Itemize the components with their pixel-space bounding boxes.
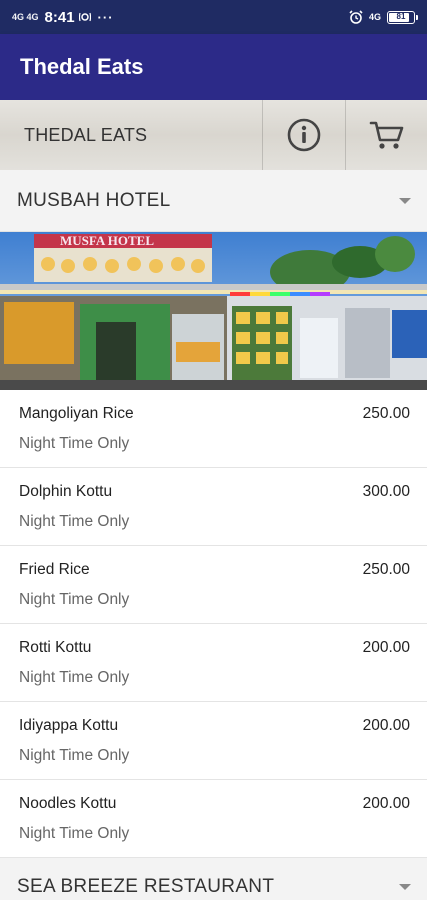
network-icon: 4G [368,12,381,22]
restaurant-name: MUSBAH HOTEL [17,189,171,211]
menu-item-price: 200.00 [362,639,410,656]
menu-item-name: Noodles Kottu [19,795,117,812]
menu-list: Mangoliyan Rice 250.00 Night Time Only D… [0,390,427,858]
menu-item-note: Night Time Only [19,825,130,842]
menu-item[interactable]: Fried Rice 250.00 Night Time Only [0,546,427,624]
menu-item-price: 250.00 [362,405,410,422]
info-icon [287,118,321,152]
menu-item-price: 200.00 [362,717,410,734]
menu-item-name: Rotti Kottu [19,639,92,656]
app-title: Thedal Eats [20,54,144,79]
menu-item[interactable]: Rotti Kottu 200.00 Night Time Only [0,624,427,702]
status-time: 8:41 [44,8,75,26]
notification-icon [78,12,91,22]
dropdown-caret-icon [399,884,411,890]
menu-item-name: Mangoliyan Rice [19,405,134,422]
menu-item-note: Night Time Only [19,435,130,452]
menu-item-note: Night Time Only [19,747,130,764]
status-bar: 4G 4G 8:41 ··· 4G 81 [0,0,427,34]
cart-button[interactable] [345,100,427,170]
status-right: 4G 81 [349,10,418,24]
menu-item-name: Fried Rice [19,561,90,578]
menu-item-note: Night Time Only [19,669,130,686]
dropdown-caret-icon [399,197,411,204]
menu-item[interactable]: Mangoliyan Rice 250.00 Night Time Only [0,390,427,468]
toolbar-title: THEDAL EATS [24,124,148,145]
more-status-icon: ··· [97,9,114,25]
menu-item-price: 250.00 [362,561,410,578]
restaurant-name: SEA BREEZE RESTAURANT [17,876,275,897]
menu-item[interactable]: Dolphin Kottu 300.00 Night Time Only [0,468,427,546]
restaurant-toolbar: THEDAL EATS [0,100,427,170]
hotel-sign-text: MUSFA HOTEL [60,233,154,248]
menu-item-price: 200.00 [362,795,410,812]
menu-item-price: 300.00 [362,483,410,500]
battery-level: 81 [396,11,406,21]
restaurant-photo: MUSFA HOTEL [0,232,427,390]
battery-icon: 81 [387,10,418,24]
menu-item-note: Night Time Only [19,591,130,608]
signal-icon: 4G 4G [12,12,39,22]
menu-item-name: Dolphin Kottu [19,483,113,500]
menu-item[interactable]: Noodles Kottu 200.00 Night Time Only [0,780,427,858]
menu-item-note: Night Time Only [19,513,130,530]
status-left: 4G 4G 8:41 ··· [12,9,114,26]
cart-icon [369,121,403,149]
menu-item-name: Idiyappa Kottu [19,717,119,734]
menu-item[interactable]: Idiyappa Kottu 200.00 Night Time Only [0,702,427,780]
info-button[interactable] [262,100,345,170]
hotel-storefront-image: MUSFA HOTEL [0,232,427,390]
restaurant-header-musbah[interactable]: MUSBAH HOTEL [0,170,427,232]
restaurant-header-sea-breeze[interactable]: SEA BREEZE RESTAURANT [0,858,427,900]
alarm-icon [349,10,363,24]
app-bar: Thedal Eats [0,34,427,100]
